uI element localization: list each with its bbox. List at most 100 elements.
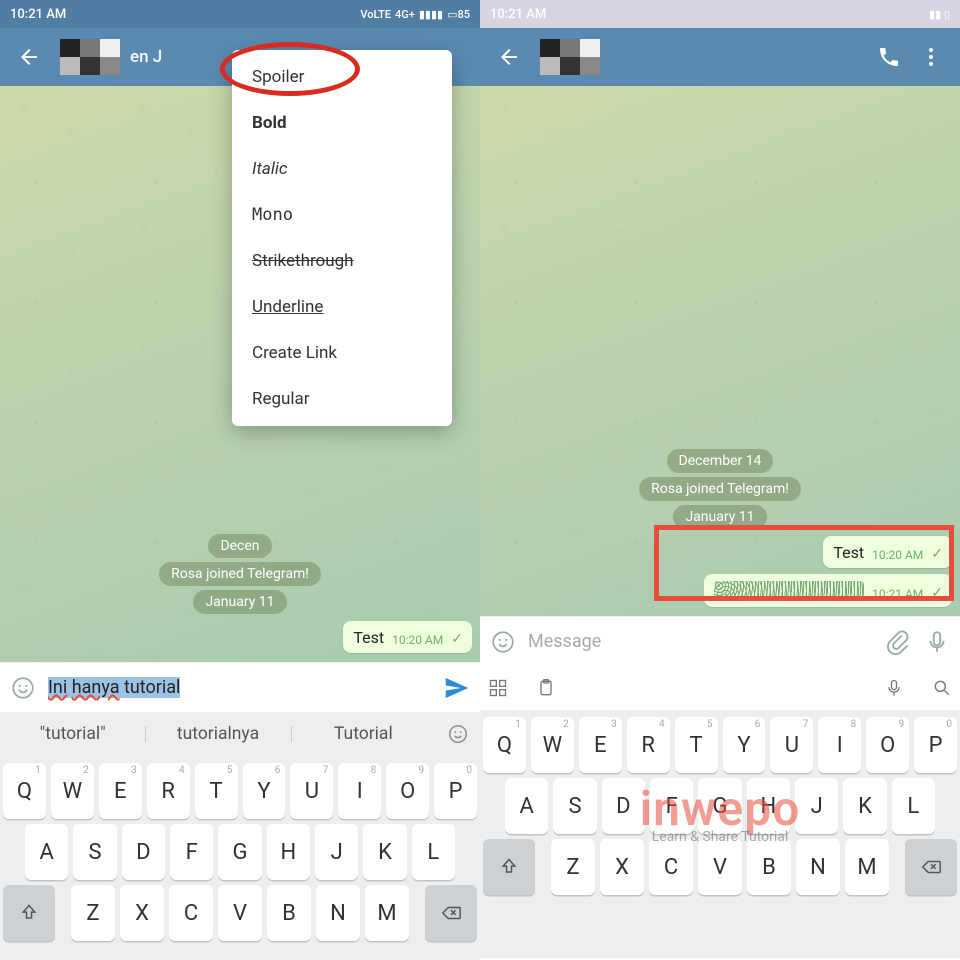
more-button[interactable]	[910, 36, 952, 78]
key-d[interactable]: D	[602, 778, 645, 834]
backspace-key[interactable]	[425, 885, 477, 941]
menu-spoiler[interactable]: Spoiler	[232, 54, 452, 100]
emoji-suggestion-icon[interactable]	[436, 723, 480, 745]
key-l[interactable]: L	[412, 824, 455, 880]
message-text: Test	[833, 543, 864, 562]
key-q[interactable]: Q1	[483, 717, 526, 773]
key-x[interactable]: X	[600, 839, 644, 895]
key-g[interactable]: G	[698, 778, 741, 834]
back-button[interactable]	[488, 36, 530, 78]
avatar[interactable]	[60, 39, 120, 75]
key-o[interactable]: O9	[386, 763, 429, 819]
key-y[interactable]: Y6	[723, 717, 766, 773]
key-z[interactable]: Z	[71, 885, 115, 941]
message-bubble[interactable]: Test 10:20 AM ✓	[823, 536, 952, 568]
key-i[interactable]: I8	[818, 717, 861, 773]
key-k[interactable]: K	[363, 824, 406, 880]
key-x[interactable]: X	[120, 885, 164, 941]
back-button[interactable]	[8, 36, 50, 78]
volte-icon: VoLTE	[360, 8, 391, 21]
message-bubble[interactable]: Test 10:20 AM ✓	[343, 621, 472, 653]
menu-italic[interactable]: Italic	[232, 146, 452, 192]
status-time: 10:21 AM	[10, 7, 66, 22]
suggestion[interactable]: tutorialnya	[145, 724, 290, 744]
key-n[interactable]: N	[796, 839, 840, 895]
key-o[interactable]: O9	[866, 717, 909, 773]
key-w[interactable]: W2	[531, 717, 574, 773]
key-z[interactable]: Z	[551, 839, 595, 895]
key-j[interactable]: J	[315, 824, 358, 880]
menu-underline[interactable]: Underline	[232, 284, 452, 330]
menu-regular[interactable]: Regular	[232, 376, 452, 422]
screenshot-right: 10:21 AM ▮▮ ▯ December 14 Rosa joined Te…	[480, 0, 960, 960]
shift-key[interactable]	[3, 885, 55, 941]
key-f[interactable]: F	[650, 778, 693, 834]
key-g[interactable]: G	[218, 824, 261, 880]
shift-key[interactable]	[483, 839, 535, 895]
key-j[interactable]: J	[795, 778, 838, 834]
key-s[interactable]: S	[73, 824, 116, 880]
keyboard-toolbar	[480, 666, 960, 710]
key-a[interactable]: A	[25, 824, 68, 880]
kb-grid-icon[interactable]	[488, 678, 508, 698]
emoji-button[interactable]	[488, 627, 518, 657]
key-b[interactable]: B	[747, 839, 791, 895]
send-button[interactable]	[442, 673, 472, 703]
kb-clipboard-icon[interactable]	[536, 678, 556, 698]
key-p[interactable]: P0	[434, 763, 477, 819]
mic-button[interactable]	[922, 627, 952, 657]
message-input[interactable]: Ini hanya tutorial	[48, 677, 432, 698]
key-w[interactable]: W2	[51, 763, 94, 819]
keyboard-suggestions: "tutorial" tutorialnya Tutorial	[0, 712, 480, 756]
key-h[interactable]: H	[267, 824, 310, 880]
suggestion[interactable]: "tutorial"	[0, 724, 145, 744]
key-q[interactable]: Q1	[3, 763, 46, 819]
kb-search-icon[interactable]	[932, 678, 952, 698]
key-m[interactable]: M	[845, 839, 889, 895]
key-b[interactable]: B	[267, 885, 311, 941]
key-t[interactable]: T5	[675, 717, 718, 773]
suggestion[interactable]: Tutorial	[291, 724, 436, 744]
key-i[interactable]: I8	[338, 763, 381, 819]
backspace-key[interactable]	[905, 839, 957, 895]
chat-area[interactable]: December 14 Rosa joined Telegram! Januar…	[480, 86, 960, 616]
key-e[interactable]: E3	[99, 763, 142, 819]
call-button[interactable]	[868, 36, 910, 78]
menu-bold[interactable]: Bold	[232, 100, 452, 146]
key-c[interactable]: C	[169, 885, 213, 941]
key-v[interactable]: V	[218, 885, 262, 941]
key-f[interactable]: F	[170, 824, 213, 880]
emoji-button[interactable]	[8, 673, 38, 703]
key-h[interactable]: H	[747, 778, 790, 834]
attach-button[interactable]	[882, 627, 912, 657]
menu-create-link[interactable]: Create Link	[232, 330, 452, 376]
key-u[interactable]: U7	[290, 763, 333, 819]
message-input[interactable]: Message	[528, 631, 872, 652]
key-l[interactable]: L	[892, 778, 935, 834]
kb-mic-icon[interactable]	[884, 678, 904, 698]
key-a[interactable]: A	[505, 778, 548, 834]
spoiler-content[interactable]	[714, 581, 864, 601]
key-r[interactable]: R4	[627, 717, 670, 773]
key-y[interactable]: Y6	[243, 763, 286, 819]
key-c[interactable]: C	[649, 839, 693, 895]
format-context-menu: Spoiler Bold Italic Mono Strikethrough U…	[232, 50, 452, 426]
key-d[interactable]: D	[122, 824, 165, 880]
system-message: Decen	[8, 534, 472, 558]
key-n[interactable]: N	[316, 885, 360, 941]
key-s[interactable]: S	[553, 778, 596, 834]
key-u[interactable]: U7	[770, 717, 813, 773]
key-k[interactable]: K	[843, 778, 886, 834]
menu-mono[interactable]: Mono	[232, 192, 452, 238]
key-p[interactable]: P0	[914, 717, 957, 773]
menu-strikethrough[interactable]: Strikethrough	[232, 238, 452, 284]
message-time: 10:20 AM	[872, 548, 923, 562]
key-e[interactable]: E3	[579, 717, 622, 773]
key-r[interactable]: R4	[147, 763, 190, 819]
spoiler-message-bubble[interactable]: 10:21 AM ✓	[704, 574, 952, 607]
key-m[interactable]: M	[365, 885, 409, 941]
avatar[interactable]	[540, 39, 600, 75]
system-message: Rosa joined Telegram!	[488, 477, 952, 501]
key-t[interactable]: T5	[195, 763, 238, 819]
key-v[interactable]: V	[698, 839, 742, 895]
